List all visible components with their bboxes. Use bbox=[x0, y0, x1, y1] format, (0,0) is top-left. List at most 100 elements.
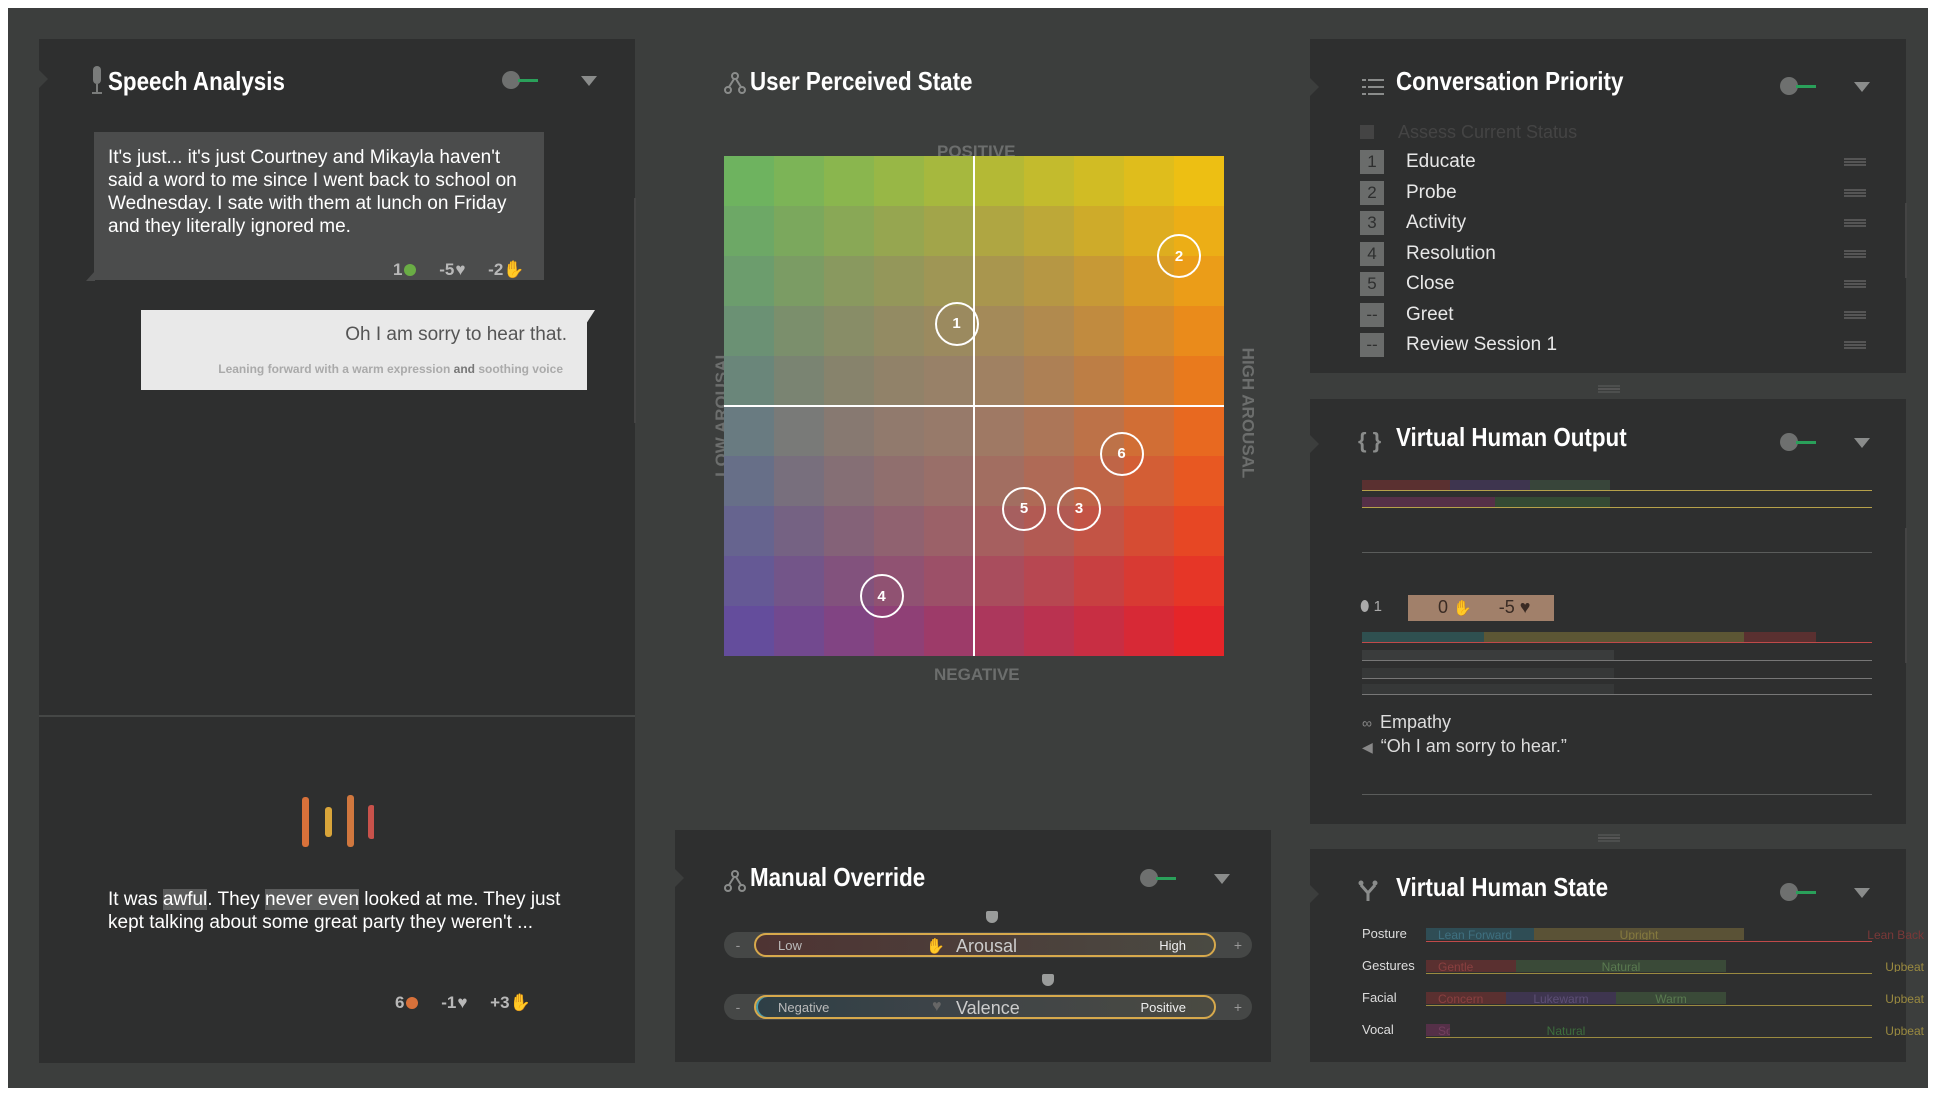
drag-handle-icon[interactable] bbox=[1844, 219, 1866, 227]
affect-grid-cell[interactable] bbox=[774, 356, 824, 406]
priority-item[interactable]: 3 Activity bbox=[1360, 210, 1466, 236]
affect-grid-cell[interactable] bbox=[874, 156, 924, 206]
speech-analysis-toggle[interactable] bbox=[502, 71, 538, 89]
drag-handle-icon[interactable] bbox=[1844, 249, 1866, 258]
priority-item[interactable]: 2 Probe bbox=[1360, 180, 1457, 206]
affect-grid-cell[interactable] bbox=[1124, 606, 1174, 656]
virtual-human-state-collapse-icon[interactable] bbox=[1854, 888, 1870, 898]
affect-grid-cell[interactable] bbox=[724, 356, 774, 406]
affect-grid-cell[interactable] bbox=[774, 606, 824, 656]
affect-grid-cell[interactable] bbox=[724, 156, 774, 206]
affect-grid-cell[interactable] bbox=[774, 556, 824, 606]
affect-grid-cell[interactable] bbox=[924, 206, 974, 256]
affect-grid-cell[interactable] bbox=[974, 406, 1024, 456]
affect-grid-cell[interactable] bbox=[1024, 556, 1074, 606]
affect-grid-cell[interactable] bbox=[974, 206, 1024, 256]
affect-grid-cell[interactable] bbox=[874, 406, 924, 456]
affect-grid-cell[interactable] bbox=[824, 406, 874, 456]
affect-grid[interactable]: 1 2 3 4 5 6 bbox=[724, 156, 1224, 656]
affect-grid-cell[interactable] bbox=[1074, 156, 1124, 206]
affect-grid-cell[interactable] bbox=[724, 556, 774, 606]
affect-grid-cell[interactable] bbox=[1124, 506, 1174, 556]
arousal-slider-thumb-icon[interactable] bbox=[986, 911, 998, 923]
affect-grid-cell[interactable] bbox=[874, 356, 924, 406]
affect-grid-cell[interactable] bbox=[824, 606, 874, 656]
affect-grid-cell[interactable] bbox=[1024, 406, 1074, 456]
affect-grid-cell[interactable] bbox=[1124, 356, 1174, 406]
vh-state-option[interactable]: Gentle bbox=[1426, 960, 1516, 972]
state-marker-4[interactable]: 4 bbox=[859, 574, 904, 618]
virtual-human-state-toggle[interactable] bbox=[1780, 883, 1816, 901]
affect-grid-cell[interactable] bbox=[1074, 306, 1124, 356]
state-marker-3[interactable]: 3 bbox=[1057, 486, 1101, 531]
affect-grid-cell[interactable] bbox=[924, 506, 974, 556]
affect-grid-cell[interactable] bbox=[924, 556, 974, 606]
affect-grid-cell[interactable] bbox=[1174, 156, 1224, 206]
affect-grid-cell[interactable] bbox=[824, 156, 874, 206]
drag-handle-icon[interactable] bbox=[1844, 341, 1866, 349]
vh-state-option[interactable]: Lean Back bbox=[1744, 928, 1936, 940]
affect-grid-cell[interactable] bbox=[1074, 606, 1124, 656]
conversation-priority-toggle[interactable] bbox=[1780, 77, 1816, 95]
affect-grid-cell[interactable] bbox=[824, 456, 874, 506]
affect-grid-cell[interactable] bbox=[1174, 556, 1224, 606]
state-marker-2[interactable]: 2 bbox=[1157, 234, 1201, 278]
arousal-decrease-button[interactable]: - bbox=[728, 935, 748, 955]
affect-grid-cell[interactable] bbox=[774, 306, 824, 356]
affect-grid-cell[interactable] bbox=[924, 156, 974, 206]
state-marker-5[interactable]: 5 bbox=[1002, 486, 1046, 531]
vh-state-option[interactable]: Lean Forward bbox=[1426, 928, 1534, 940]
priority-item[interactable]: -- Review Session 1 bbox=[1360, 332, 1557, 358]
affect-grid-cell[interactable] bbox=[1024, 306, 1074, 356]
affect-grid-cell[interactable] bbox=[1124, 156, 1174, 206]
vh-state-option[interactable]: Upbeat bbox=[1726, 992, 1936, 1004]
valence-increase-button[interactable]: + bbox=[1228, 997, 1248, 1017]
affect-grid-cell[interactable] bbox=[724, 256, 774, 306]
affect-grid-cell[interactable] bbox=[874, 456, 924, 506]
affect-grid-cell[interactable] bbox=[874, 506, 924, 556]
vh-state-option[interactable]: Natural bbox=[1446, 1024, 1686, 1036]
affect-grid-cell[interactable] bbox=[824, 206, 874, 256]
state-marker-6[interactable]: 6 bbox=[1099, 431, 1144, 476]
panel-resize-handle[interactable] bbox=[1598, 385, 1620, 393]
affect-grid-cell[interactable] bbox=[924, 356, 974, 406]
affect-grid-cell[interactable] bbox=[924, 606, 974, 656]
affect-grid-cell[interactable] bbox=[974, 256, 1024, 306]
valence-decrease-button[interactable]: - bbox=[728, 997, 748, 1017]
affect-grid-cell[interactable] bbox=[824, 256, 874, 306]
priority-item[interactable]: 5 Close bbox=[1360, 271, 1455, 297]
affect-grid-cell[interactable] bbox=[1124, 556, 1174, 606]
affect-grid-cell[interactable] bbox=[974, 156, 1024, 206]
affect-grid-cell[interactable] bbox=[1074, 356, 1124, 406]
affect-grid-cell[interactable] bbox=[1174, 606, 1224, 656]
affect-grid-cell[interactable] bbox=[1074, 256, 1124, 306]
vh-state-option[interactable]: Upbeat bbox=[1726, 960, 1936, 972]
affect-grid-cell[interactable] bbox=[824, 356, 874, 406]
priority-item[interactable]: -- Greet bbox=[1360, 302, 1454, 328]
affect-grid-cell[interactable] bbox=[1174, 406, 1224, 456]
vh-state-option[interactable]: Upright bbox=[1534, 928, 1744, 940]
state-marker-1[interactable]: 1 bbox=[934, 301, 979, 346]
affect-grid-cell[interactable] bbox=[924, 456, 974, 506]
panel-resize-handle[interactable] bbox=[1598, 834, 1620, 842]
affect-grid-cell[interactable] bbox=[1174, 306, 1224, 356]
affect-grid-cell[interactable] bbox=[774, 506, 824, 556]
affect-grid-cell[interactable] bbox=[1024, 156, 1074, 206]
affect-grid-cell[interactable] bbox=[924, 406, 974, 456]
affect-grid-cell[interactable] bbox=[1074, 206, 1124, 256]
affect-grid-cell[interactable] bbox=[1024, 356, 1074, 406]
valence-slider-track[interactable]: Negative ♥ Valence Positive bbox=[754, 995, 1216, 1019]
affect-grid-cell[interactable] bbox=[774, 156, 824, 206]
priority-item[interactable]: 1 Educate bbox=[1360, 149, 1476, 175]
affect-grid-cell[interactable] bbox=[874, 206, 924, 256]
affect-grid-cell[interactable] bbox=[974, 606, 1024, 656]
affect-grid-cell[interactable] bbox=[774, 406, 824, 456]
manual-override-collapse-icon[interactable] bbox=[1214, 874, 1230, 884]
vh-state-option[interactable]: Warm bbox=[1616, 992, 1726, 1004]
virtual-human-output-toggle[interactable] bbox=[1780, 433, 1816, 451]
affect-grid-cell[interactable] bbox=[974, 306, 1024, 356]
arousal-slider-track[interactable]: Low ✋ Arousal High bbox=[754, 933, 1216, 957]
drag-handle-icon[interactable] bbox=[1844, 188, 1866, 197]
affect-grid-cell[interactable] bbox=[724, 206, 774, 256]
affect-grid-cell[interactable] bbox=[774, 256, 824, 306]
